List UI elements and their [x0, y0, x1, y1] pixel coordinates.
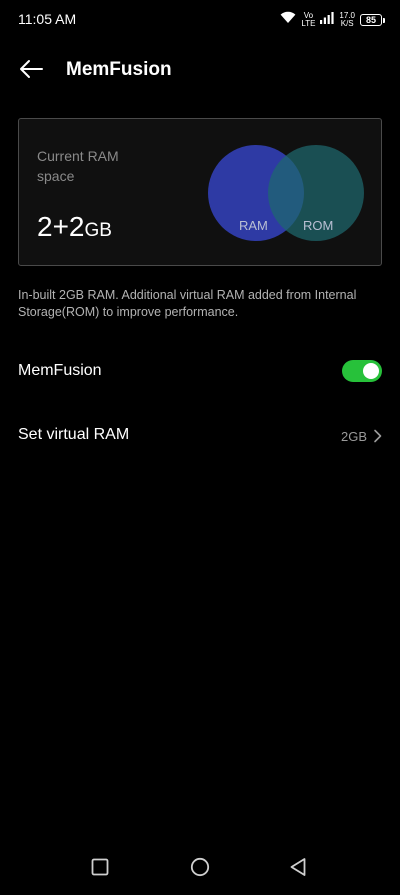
signal-icon	[320, 11, 335, 29]
page-title: MemFusion	[66, 59, 172, 80]
app-bar: MemFusion	[0, 48, 400, 94]
memfusion-setting-row[interactable]: MemFusion	[0, 350, 400, 394]
network-speed: 17.0 K/S	[339, 12, 355, 28]
virtual-ram-value: 2GB	[340, 429, 367, 444]
volte-indicator: Vo LTE	[301, 12, 315, 28]
back-button[interactable]	[14, 54, 48, 88]
square-recents-icon	[91, 858, 109, 881]
ram-circle-label: RAM	[239, 218, 268, 233]
ram-info-card: Current RAM space 2+2GB RAM ROM	[18, 118, 382, 266]
ram-value-unit: GB	[84, 220, 112, 241]
recents-button[interactable]	[88, 857, 112, 881]
memfusion-label: MemFusion	[18, 362, 102, 379]
status-icons: Vo LTE 17.0 K/S 85	[280, 11, 385, 29]
status-bar: 11:05 AM Vo LTE 17.0 K/S 85	[0, 0, 400, 40]
navigation-bar	[0, 845, 400, 895]
volte-bottom-text: LTE	[301, 19, 316, 28]
triangle-back-icon	[289, 857, 307, 882]
network-speed-unit: K/S	[340, 19, 354, 28]
nav-back-button[interactable]	[286, 857, 310, 881]
current-ram-value: 2+2GB	[37, 211, 112, 243]
ram-value-number: 2+2	[37, 211, 85, 242]
current-ram-label: Current RAM space	[37, 148, 119, 184]
memfusion-description: In-built 2GB RAM. Additional virtual RAM…	[18, 288, 357, 319]
toggle-knob	[363, 363, 379, 379]
chevron-right-icon	[372, 429, 384, 443]
arrow-left-icon	[18, 59, 44, 84]
set-virtual-ram-row[interactable]: Set virtual RAM 2GB	[0, 414, 400, 458]
ram-rom-venn-diagram: RAM ROM	[204, 139, 374, 249]
battery-icon: 85	[360, 14, 385, 26]
set-virtual-ram-label: Set virtual RAM	[18, 426, 130, 443]
wifi-icon	[280, 11, 296, 29]
home-button[interactable]	[188, 857, 212, 881]
rom-circle-label: ROM	[303, 218, 334, 233]
memfusion-toggle[interactable]	[342, 360, 382, 382]
circle-home-icon	[190, 857, 210, 882]
status-time: 11:05 AM	[18, 11, 77, 27]
